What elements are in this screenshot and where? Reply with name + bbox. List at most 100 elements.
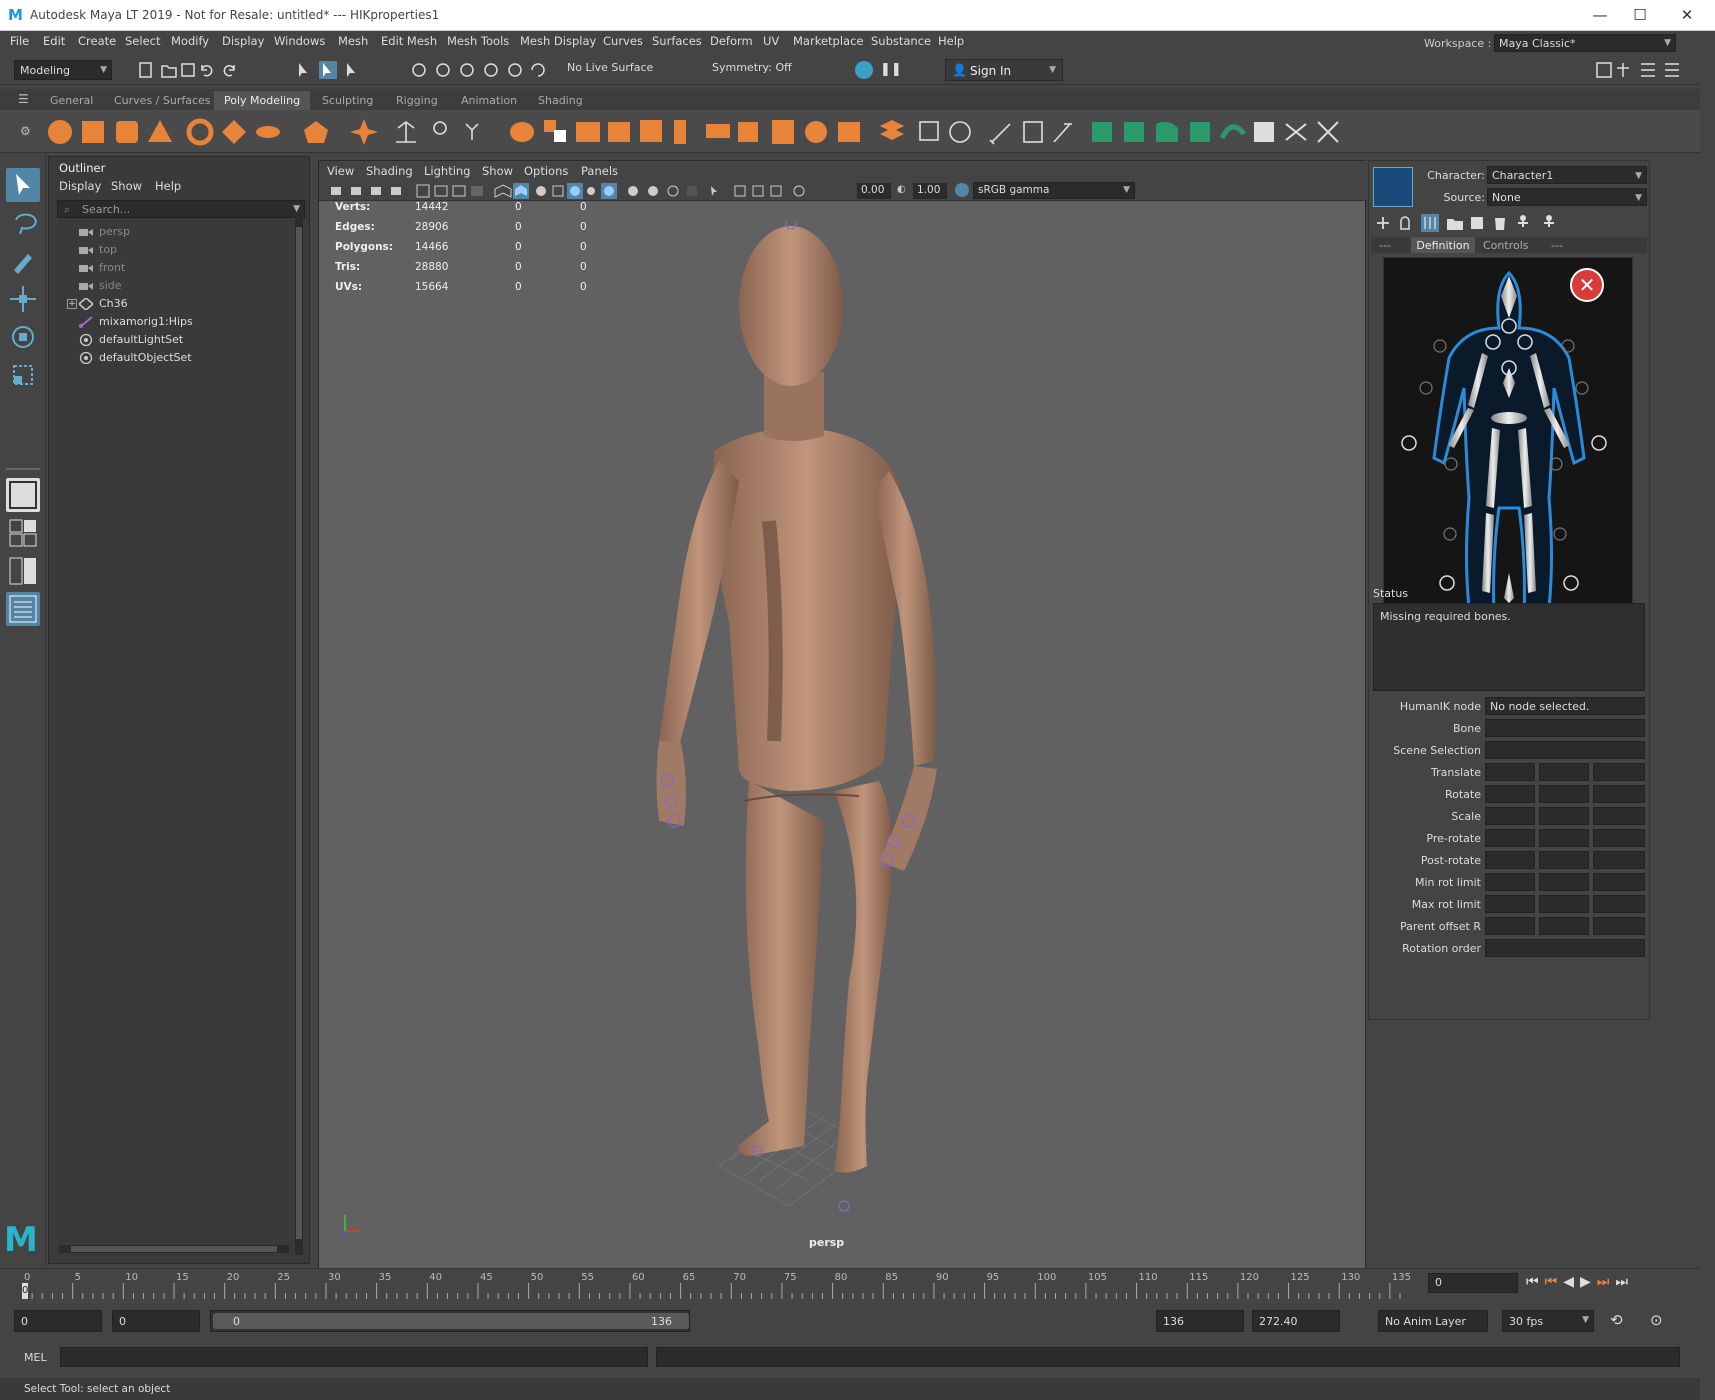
- outliner-layout-button[interactable]: [6, 592, 40, 626]
- menu-set-select[interactable]: Modeling ▼: [14, 60, 112, 80]
- menu-uv[interactable]: UV: [763, 34, 779, 48]
- minimize-button[interactable]: —: [1580, 4, 1620, 26]
- go-to-start-icon[interactable]: ⏮: [1526, 1274, 1545, 1290]
- paint-select-tool-button[interactable]: [6, 244, 40, 278]
- menu-display[interactable]: Display: [222, 34, 264, 48]
- gamma-field[interactable]: 1.00: [913, 183, 947, 199]
- outliner-item-persp[interactable]: persp: [79, 223, 130, 241]
- play-icon[interactable]: ▶: [1580, 1274, 1597, 1290]
- parent-offset-z-field[interactable]: [1593, 917, 1645, 935]
- scene-selection-field[interactable]: [1485, 741, 1645, 759]
- select-tool-button[interactable]: [6, 168, 40, 202]
- menu-select[interactable]: Select: [125, 34, 160, 48]
- menu-create[interactable]: Create: [78, 34, 116, 48]
- current-frame-field[interactable]: 0: [1428, 1273, 1518, 1293]
- shelf-tab-general[interactable]: General: [40, 91, 103, 110]
- go-to-end-icon[interactable]: ⏭: [1615, 1274, 1634, 1290]
- menu-edit-mesh[interactable]: Edit Mesh: [381, 34, 437, 48]
- parent-offset-y-field[interactable]: [1539, 917, 1589, 935]
- outliner-menu-show[interactable]: Show: [111, 179, 142, 193]
- fps-select[interactable]: 30 fps ▼: [1502, 1310, 1594, 1332]
- menu-substance[interactable]: Substance: [871, 34, 931, 48]
- menu-curves[interactable]: Curves: [603, 34, 643, 48]
- playback-start-field[interactable]: 0: [112, 1310, 200, 1332]
- humanik-toolbar-icons[interactable]: [1373, 213, 1573, 233]
- live-surface-field[interactable]: No Live Surface: [567, 61, 653, 74]
- bone-field[interactable]: [1485, 719, 1645, 737]
- menu-modify[interactable]: Modify: [171, 34, 209, 48]
- animation-end-field[interactable]: 272.40: [1252, 1310, 1340, 1332]
- step-back-icon[interactable]: ◀: [1563, 1274, 1580, 1290]
- pre-rotate-y-field[interactable]: [1539, 829, 1589, 847]
- menu-edit[interactable]: Edit: [43, 34, 65, 48]
- outliner-item-top[interactable]: top: [79, 241, 117, 259]
- tab-definition[interactable]: Definition: [1411, 237, 1475, 253]
- outliner-item-ch36[interactable]: Ch36: [79, 295, 128, 313]
- pause-icon[interactable]: ❚❚: [880, 62, 902, 77]
- close-icon[interactable]: ✕: [1570, 268, 1604, 302]
- outliner-item-hips[interactable]: mixamorig1:Hips: [79, 313, 193, 331]
- rotation-order-field[interactable]: [1485, 939, 1645, 957]
- panel-toggle-icons[interactable]: [1595, 60, 1695, 80]
- range-slider[interactable]: 0 136: [210, 1310, 690, 1332]
- shelf-tab-poly-modeling[interactable]: Poly Modeling: [214, 91, 311, 110]
- viewport-menu-view[interactable]: View: [327, 164, 354, 178]
- lasso-tool-button[interactable]: [6, 206, 40, 240]
- character-select[interactable]: Character1 ▼: [1487, 166, 1647, 184]
- humanik-definition-figure[interactable]: ✕: [1383, 257, 1633, 635]
- scrollbar-thumb[interactable]: [296, 227, 302, 1239]
- menu-mesh-tools[interactable]: Mesh Tools: [447, 34, 509, 48]
- color-space-select[interactable]: sRGB gamma ▼: [973, 182, 1135, 199]
- translate-z-field[interactable]: [1593, 763, 1645, 781]
- outliner-item-default-object-set[interactable]: defaultObjectSet: [79, 349, 192, 367]
- post-rotate-y-field[interactable]: [1539, 851, 1589, 869]
- single-perspective-view-button[interactable]: [6, 478, 40, 512]
- rotate-x-field[interactable]: [1485, 785, 1535, 803]
- playback-end-field[interactable]: 136: [1156, 1310, 1244, 1332]
- scale-y-field[interactable]: [1539, 807, 1589, 825]
- menu-file[interactable]: File: [10, 34, 29, 48]
- expand-icon[interactable]: +: [67, 299, 77, 309]
- animation-start-field[interactable]: 0: [14, 1310, 102, 1332]
- outliner-item-front[interactable]: front: [79, 259, 125, 277]
- min-rot-z-field[interactable]: [1593, 873, 1645, 891]
- min-rot-y-field[interactable]: [1539, 873, 1589, 891]
- two-view-button[interactable]: [6, 554, 40, 588]
- pre-rotate-x-field[interactable]: [1485, 829, 1535, 847]
- auto-key-icon[interactable]: ⊙: [1650, 1311, 1663, 1329]
- max-rot-x-field[interactable]: [1485, 895, 1535, 913]
- translate-y-field[interactable]: [1539, 763, 1589, 781]
- parent-offset-x-field[interactable]: [1485, 917, 1535, 935]
- viewport-toolbar-icons[interactable]: [329, 183, 859, 199]
- humanik-node-field[interactable]: No node selected.: [1485, 697, 1645, 715]
- source-select[interactable]: None ▼: [1487, 188, 1647, 206]
- playback-controls[interactable]: ⏮⏮◀▶⏭⏭: [1526, 1274, 1634, 1290]
- tab-prev[interactable]: ---: [1379, 239, 1391, 252]
- outliner-vertical-scrollbar[interactable]: [295, 215, 303, 1255]
- character-mesh[interactable]: [619, 221, 979, 1221]
- exposure-field[interactable]: 0.00: [857, 183, 891, 199]
- min-rot-x-field[interactable]: [1485, 873, 1535, 891]
- move-tool-button[interactable]: [6, 282, 40, 316]
- outliner-item-side[interactable]: side: [79, 277, 122, 295]
- mel-label[interactable]: MEL: [24, 1351, 47, 1364]
- shelf-tab-curves-surfaces[interactable]: Curves / Surfaces: [104, 91, 221, 110]
- menu-mesh-display[interactable]: Mesh Display: [520, 34, 596, 48]
- outliner-search-input[interactable]: ⌕ Search... ▼: [57, 200, 305, 218]
- max-rot-y-field[interactable]: [1539, 895, 1589, 913]
- maximize-button[interactable]: ☐: [1620, 4, 1660, 26]
- viewport-panel[interactable]: View Shading Lighting Show Options Panel…: [318, 160, 1367, 1270]
- viewport-menu-show[interactable]: Show: [482, 164, 513, 178]
- shelf-tab-sculpting[interactable]: Sculpting: [312, 91, 383, 110]
- close-button[interactable]: ✕: [1667, 4, 1707, 26]
- step-back-key-icon[interactable]: ⏮: [1545, 1274, 1564, 1290]
- gear-icon[interactable]: ⚙: [20, 124, 31, 138]
- time-slider[interactable]: 0 5 10 15 20 25 30 35 40 45 50 55 60 65 70 75 80 85 90 95 10…: [0, 1268, 1700, 1300]
- anim-layer-select[interactable]: No Anim Layer: [1378, 1310, 1488, 1332]
- mel-command-input[interactable]: [60, 1347, 648, 1367]
- outliner-item-default-light-set[interactable]: defaultLightSet: [79, 331, 183, 349]
- shelf-tab-shading[interactable]: Shading: [528, 91, 593, 110]
- workspace-select[interactable]: Maya Classic* ▼: [1494, 34, 1676, 52]
- shelf-tab-rigging[interactable]: Rigging: [386, 91, 448, 110]
- menu-surfaces[interactable]: Surfaces: [652, 34, 702, 48]
